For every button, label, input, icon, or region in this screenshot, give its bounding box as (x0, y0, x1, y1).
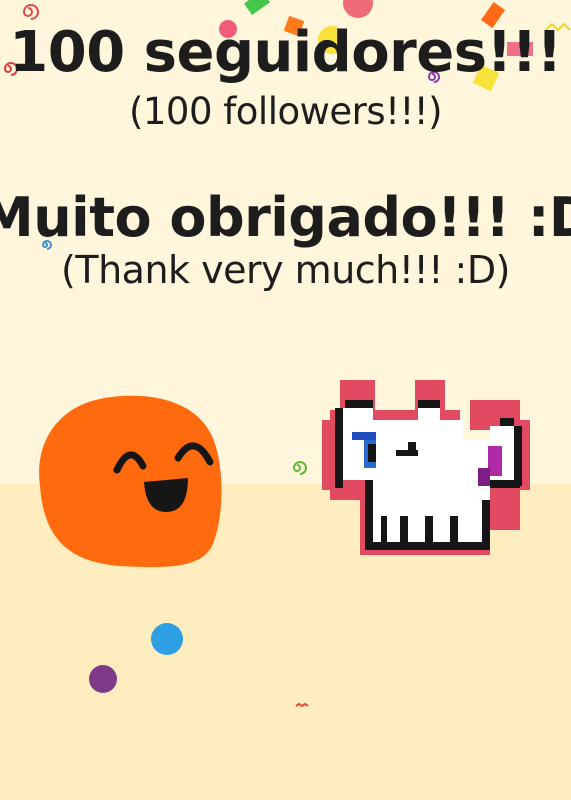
orange-blob-icon (39, 395, 222, 568)
spiral-red (22, 4, 39, 20)
headline-followers-en: (100 followers!!!) (128, 90, 443, 133)
headline-followers-pt: 100 seguidores!!! (9, 20, 562, 85)
pixel-cat-icon (322, 380, 530, 555)
squiggle-red (295, 702, 309, 708)
headline-thanks-pt: Muito obrigado!!! :D (0, 186, 571, 249)
spiral-green (292, 461, 307, 475)
headline-thanks-en: (Thank very much!!! :D) (61, 248, 510, 292)
